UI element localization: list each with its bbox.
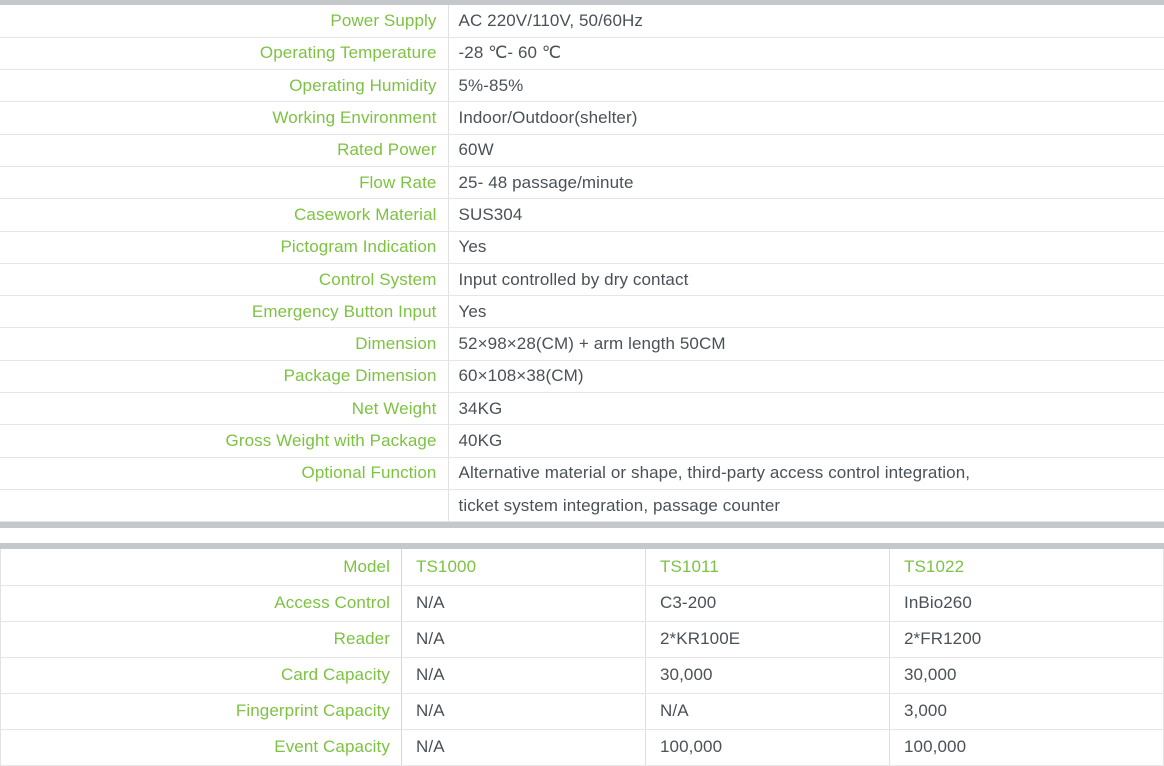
spec-row-label xyxy=(0,489,449,523)
spec-row-value: AC 220V/110V, 50/60Hz xyxy=(448,5,1164,38)
spec-row-value: 25- 48 passage/minute xyxy=(448,166,1164,200)
spec-row-label: Casework Material xyxy=(0,198,449,232)
model-row-value: N/A xyxy=(645,693,890,730)
spec-row-value: -28 ℃- 60 ℃ xyxy=(448,37,1164,71)
spec-row: Operating Temperature -28 ℃- 60 ℃ xyxy=(0,37,1164,71)
model-row-value: N/A xyxy=(401,621,646,658)
spec-row-value: 5%-85% xyxy=(448,69,1164,103)
model-header-row: Model TS1000 TS1011 TS1022 xyxy=(0,549,1164,586)
spec-row-value: 60W xyxy=(448,134,1164,167)
table-gap-spacer xyxy=(0,528,1164,544)
spec-row-label: Package Dimension xyxy=(0,360,449,394)
spec-row: Working Environment Indoor/Outdoor(shelte… xyxy=(0,101,1164,135)
spec-row-value: 40KG xyxy=(448,424,1164,458)
spec-row-label: Net Weight xyxy=(0,392,449,426)
model-row-value: 3,000 xyxy=(889,693,1164,730)
model-row: Fingerprint Capacity N/A N/A 3,000 xyxy=(0,693,1164,730)
spec-row: Casework Material SUS304 xyxy=(0,198,1164,232)
model-row-value: 30,000 xyxy=(889,657,1164,694)
spec-row: ticket system integration, passage count… xyxy=(0,489,1164,523)
spec-row-label: Pictogram Indication xyxy=(0,231,449,264)
spec-row: Net Weight 34KG xyxy=(0,392,1164,426)
product-specifications-table: Power Supply AC 220V/110V, 50/60Hz Operati… xyxy=(0,5,1164,523)
spec-row-value: Indoor/Outdoor(shelter) xyxy=(448,101,1164,135)
model-row-value: C3-200 xyxy=(645,585,890,622)
model-header-column: TS1022 xyxy=(889,549,1164,586)
model-row-label: Reader xyxy=(0,621,402,658)
spec-row: Pictogram Indication Yes xyxy=(0,231,1164,264)
spec-row-value: Alternative material or shape, third-par… xyxy=(448,457,1164,490)
model-row: Card Capacity N/A 30,000 30,000 xyxy=(0,657,1164,694)
spec-row-value: Yes xyxy=(448,295,1164,329)
spec-row-label: Dimension xyxy=(0,327,449,361)
model-row-label: Card Capacity xyxy=(0,657,402,694)
spec-row-value: ticket system integration, passage count… xyxy=(448,489,1164,523)
model-header-column: TS1011 xyxy=(645,549,890,586)
model-row-value: 2*KR100E xyxy=(645,621,890,658)
spec-row-label: Operating Humidity xyxy=(0,69,449,103)
model-row-value: N/A xyxy=(401,585,646,622)
spec-row: Control System Input controlled by dry co… xyxy=(0,263,1164,297)
model-row: Access Control N/A C3-200 InBio260 xyxy=(0,585,1164,622)
spec-row-value: 60×108×38(CM) xyxy=(448,360,1164,394)
model-row: Reader N/A 2*KR100E 2*FR1200 xyxy=(0,621,1164,658)
spec-row-label: Emergency Button Input xyxy=(0,295,449,329)
spec-row: Power Supply AC 220V/110V, 50/60Hz xyxy=(0,5,1164,38)
model-row-value: N/A xyxy=(401,657,646,694)
spec-row-label: Gross Weight with Package xyxy=(0,424,449,458)
model-header-column: TS1000 xyxy=(401,549,646,586)
spec-row-label: Working Environment xyxy=(0,101,449,135)
model-row-value: 30,000 xyxy=(645,657,890,694)
spec-row-value: 52×98×28(CM) + arm length 50CM xyxy=(448,327,1164,361)
spec-row-value: Input controlled by dry contact xyxy=(448,263,1164,297)
specification-page: Power Supply AC 220V/110V, 50/60Hz Operati… xyxy=(0,0,1164,766)
spec-row: Flow Rate 25- 48 passage/minute xyxy=(0,166,1164,200)
model-row-label: Access Control xyxy=(0,585,402,622)
model-row-value: InBio260 xyxy=(889,585,1164,622)
model-row-value: 2*FR1200 xyxy=(889,621,1164,658)
spec-row: Optional Function Alternative material or… xyxy=(0,457,1164,490)
model-row-value: N/A xyxy=(401,693,646,730)
spec-row-label: Control System xyxy=(0,263,449,297)
spec-row-label: Power Supply xyxy=(0,5,449,38)
spec-row-label: Optional Function xyxy=(0,457,449,490)
spec-row-label: Flow Rate xyxy=(0,166,449,200)
spec-row-value: SUS304 xyxy=(448,198,1164,232)
spec-row-label: Rated Power xyxy=(0,134,449,167)
spec-row: Gross Weight with Package 40KG xyxy=(0,424,1164,458)
spec-row: Package Dimension 60×108×38(CM) xyxy=(0,360,1164,394)
model-comparison-table: Model TS1000 TS1011 TS1022 Access Control N/A… xyxy=(0,549,1164,766)
model-header-label: Model xyxy=(0,549,402,586)
spec-row-value: Yes xyxy=(448,231,1164,264)
spec-row: Emergency Button Input Yes xyxy=(0,295,1164,329)
spec-row-label: Operating Temperature xyxy=(0,37,449,71)
spec-row-value: 34KG xyxy=(448,392,1164,426)
model-row-label: Fingerprint Capacity xyxy=(0,693,402,730)
spec-row: Dimension 52×98×28(CM) + arm length 50CM xyxy=(0,327,1164,361)
spec-row: Rated Power 60W xyxy=(0,134,1164,167)
spec-row: Operating Humidity 5%-85% xyxy=(0,69,1164,103)
